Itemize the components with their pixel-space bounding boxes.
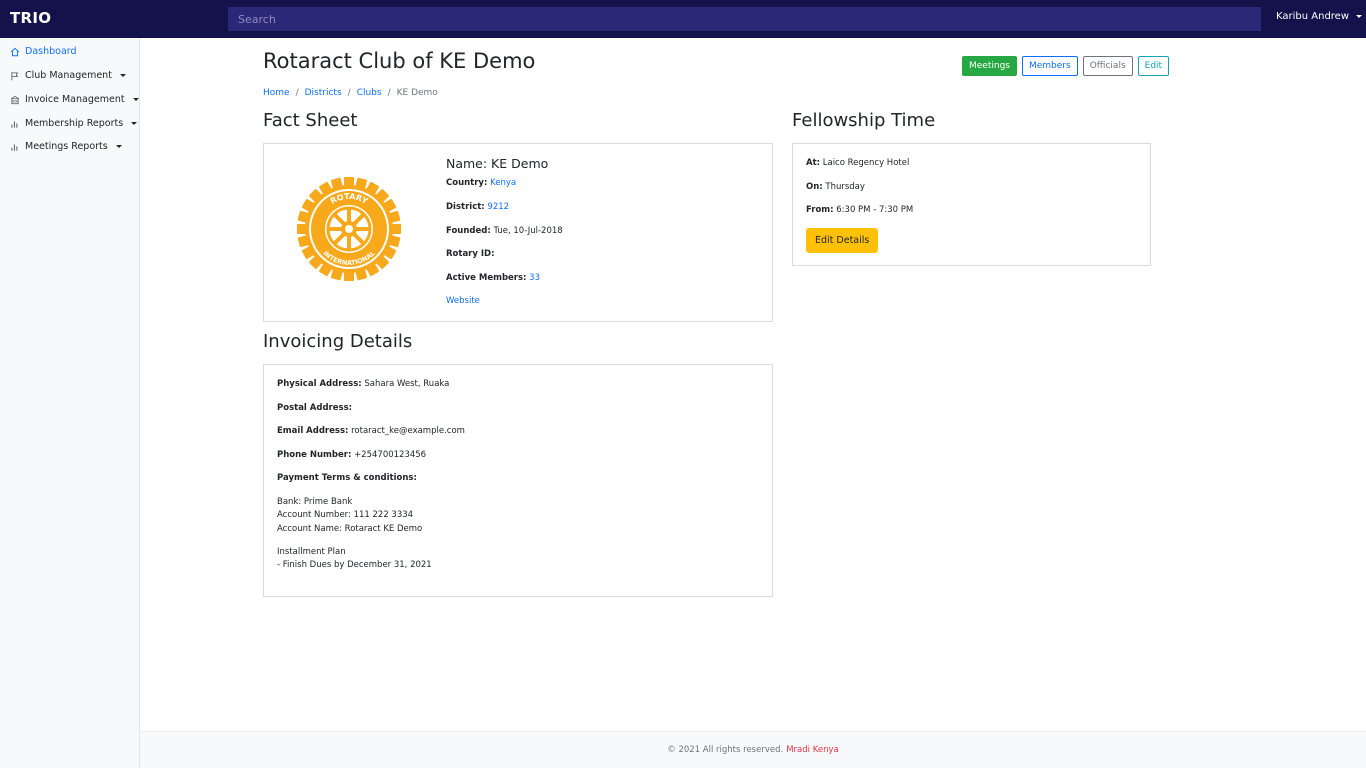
breadcrumb-separator: / [387, 88, 391, 98]
fact-sheet-card: ROTARY INTERNATIONAL Name: KE Demo Count… [263, 143, 773, 322]
fellowship-from-row: From: 6:30 PM - 7:30 PM [806, 205, 913, 215]
footer: © 2021 All rights reserved. Mradi Kenya [140, 731, 1366, 768]
breadcrumb: Home / Districts / Clubs / KE Demo [263, 88, 438, 98]
founded-row: Founded: Tue, 10-Jul-2018 [446, 226, 563, 236]
fellowship-at-row: At: Laico Regency Hotel [806, 158, 909, 168]
installment-plan-line: - Finish Dues by December 31, 2021 [277, 560, 432, 570]
building-icon [11, 95, 19, 104]
officials-button[interactable]: Officials [1082, 56, 1133, 76]
account-name-line: Account Name: Rotaract KE Demo [277, 524, 423, 534]
account-number-line: Account Number: 111 222 3334 [277, 510, 414, 520]
page-title: Rotaract Club of KE Demo [263, 49, 536, 73]
postal-address-row: Postal Address: [277, 403, 352, 413]
email-address-value: rotaract_ke@example.com [351, 426, 465, 436]
fellowship-on-row: On: Thursday [806, 182, 865, 192]
physical-address-row: Physical Address: Sahara West, Ruaka [277, 379, 449, 389]
sidebar-item-invoice-management[interactable]: Invoice Management [10, 94, 139, 105]
sidebar-item-membership-reports[interactable]: Membership Reports [10, 118, 138, 129]
physical-address-label: Physical Address: [277, 379, 362, 389]
country-link[interactable]: Kenya [490, 178, 516, 188]
sidebar-item-label: Club Management [25, 70, 112, 81]
country-label: Country: [446, 178, 488, 188]
meetings-button[interactable]: Meetings [962, 56, 1017, 76]
chevron-down-icon [119, 73, 126, 77]
founded-value: Tue, 10-Jul-2018 [493, 226, 563, 236]
rotary-id-row: Rotary ID: [446, 249, 495, 259]
fellowship-on-label: On: [806, 182, 823, 192]
flag-icon [11, 71, 19, 80]
phone-number-label: Phone Number: [277, 450, 352, 460]
user-menu[interactable]: Karibu Andrew [1276, 11, 1363, 22]
phone-number-row: Phone Number: +254700123456 [277, 450, 426, 460]
email-address-label: Email Address: [277, 426, 349, 436]
chevron-down-icon [132, 97, 139, 101]
breadcrumb-separator: / [347, 88, 351, 98]
district-row: District: 9212 [446, 202, 509, 212]
fact-sheet-title: Fact Sheet [263, 110, 358, 131]
rotary-id-label: Rotary ID: [446, 249, 495, 259]
chevron-down-icon [115, 144, 122, 148]
invoicing-card: Physical Address: Sahara West, Ruaka Pos… [263, 364, 773, 597]
home-icon [10, 47, 20, 56]
fellowship-on-value: Thursday [825, 182, 865, 192]
active-members-row: Active Members: 33 [446, 273, 540, 283]
top-navbar: TRIO Karibu Andrew [0, 0, 1366, 38]
club-name: Name: KE Demo [446, 156, 549, 171]
sidebar-item-dashboard[interactable]: Dashboard [10, 46, 77, 57]
district-link[interactable]: 9212 [487, 202, 509, 212]
payment-terms-row: Payment Terms & conditions: [277, 473, 417, 483]
breadcrumb-current: KE Demo [396, 88, 438, 98]
fellowship-card: At: Laico Regency Hotel On: Thursday Fro… [792, 143, 1151, 266]
edit-button[interactable]: Edit [1137, 56, 1170, 76]
sidebar-item-club-management[interactable]: Club Management [10, 70, 126, 81]
sidebar-item-label: Meetings Reports [25, 141, 108, 152]
physical-address-value: Sahara West, Ruaka [364, 379, 450, 389]
page-actions: Meetings Members Officials Edit [962, 56, 1170, 76]
fellowship-at-label: At: [806, 158, 821, 168]
country-row: Country: Kenya [446, 178, 516, 188]
sidebar-item-label: Membership Reports [25, 118, 124, 129]
email-address-row: Email Address: rotaract_ke@example.com [277, 426, 465, 436]
edit-details-button[interactable]: Edit Details [806, 228, 879, 253]
postal-address-label: Postal Address: [277, 403, 353, 413]
footer-copyright: © 2021 All rights reserved. [667, 745, 784, 755]
rotary-logo: ROTARY INTERNATIONAL [297, 177, 401, 281]
footer-company-link[interactable]: Mradi Kenya [786, 745, 839, 755]
active-members-link[interactable]: 33 [529, 273, 540, 283]
phone-number-value: +254700123456 [354, 450, 427, 460]
chevron-down-icon [1356, 14, 1363, 18]
bar-chart-icon [11, 144, 18, 151]
fellowship-title: Fellowship Time [792, 110, 936, 131]
user-menu-label: Karibu Andrew [1276, 11, 1350, 22]
breadcrumb-separator: / [295, 88, 299, 98]
website-link[interactable]: Website [446, 296, 480, 306]
payment-terms-label: Payment Terms & conditions: [277, 473, 417, 483]
brand-logo[interactable]: TRIO [10, 9, 51, 27]
search-input[interactable] [228, 7, 1261, 31]
sidebar: Dashboard Club Management Invoice Manage… [0, 38, 140, 768]
breadcrumb-home[interactable]: Home [263, 88, 290, 98]
fellowship-from-value: 6:30 PM - 7:30 PM [836, 205, 914, 215]
fellowship-at-value: Laico Regency Hotel [822, 158, 910, 168]
bank-line: Bank: Prime Bank [277, 497, 353, 507]
fellowship-from-label: From: [806, 205, 834, 215]
website-row: Website [446, 296, 480, 306]
breadcrumb-clubs[interactable]: Clubs [357, 88, 382, 98]
active-members-label: Active Members: [446, 273, 527, 283]
members-button[interactable]: Members [1021, 56, 1078, 76]
district-label: District: [446, 202, 485, 212]
invoicing-title: Invoicing Details [263, 331, 413, 352]
installment-plan-title: Installment Plan [277, 547, 346, 557]
bar-chart-icon [11, 121, 18, 128]
sidebar-item-label: Invoice Management [25, 94, 125, 105]
sidebar-item-label: Dashboard [25, 46, 77, 57]
breadcrumb-districts[interactable]: Districts [305, 88, 342, 98]
chevron-down-icon [131, 121, 138, 125]
sidebar-item-meetings-reports[interactable]: Meetings Reports [10, 141, 122, 152]
founded-label: Founded: [446, 226, 491, 236]
